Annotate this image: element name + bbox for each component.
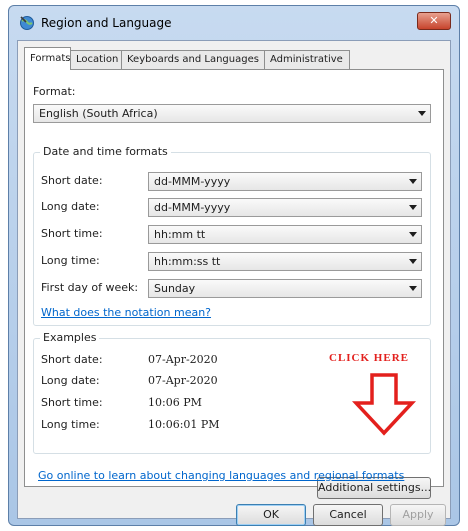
short-time-select[interactable]: hh:mm tt xyxy=(148,225,422,244)
close-icon: ✕ xyxy=(429,14,439,27)
short-time-value: hh:mm tt xyxy=(154,228,206,241)
chevron-down-icon xyxy=(409,179,417,184)
examples-group: Examples Short date: 07-Apr-2020 Long da… xyxy=(33,331,431,454)
tab-keyboards-and-languages[interactable]: Keyboards and Languages xyxy=(121,50,265,69)
example-long-time-label: Long time: xyxy=(41,418,100,431)
region-language-dialog: Region and Language ✕ Formats Location K… xyxy=(8,5,460,526)
example-short-date-value: 07-Apr-2020 xyxy=(148,353,218,366)
chevron-down-icon xyxy=(409,232,417,237)
long-date-label: Long date: xyxy=(41,200,100,213)
chevron-down-icon xyxy=(409,205,417,210)
short-time-label: Short time: xyxy=(41,227,103,240)
notation-help-link[interactable]: What does the notation mean? xyxy=(41,306,211,319)
example-long-date-value: 07-Apr-2020 xyxy=(148,374,218,387)
first-day-of-week-label: First day of week: xyxy=(41,281,139,294)
formats-panel: Format: English (South Africa) Date and … xyxy=(24,69,444,499)
short-date-value: dd-MMM-yyyy xyxy=(154,175,231,188)
chevron-down-icon xyxy=(409,259,417,264)
short-date-select[interactable]: dd-MMM-yyyy xyxy=(148,172,422,191)
online-regional-formats-link[interactable]: Go online to learn about changing langua… xyxy=(38,469,404,482)
example-short-date-label: Short date: xyxy=(41,353,103,366)
title-bar[interactable]: Region and Language ✕ xyxy=(9,6,459,38)
format-select[interactable]: English (South Africa) xyxy=(33,104,431,123)
example-long-time-value: 10:06:01 PM xyxy=(148,418,220,431)
example-long-date-label: Long date: xyxy=(41,374,100,387)
tab-administrative[interactable]: Administrative xyxy=(264,50,350,69)
tab-formats[interactable]: Formats xyxy=(24,47,71,70)
globe-icon xyxy=(20,16,34,30)
chevron-down-icon xyxy=(409,286,417,291)
first-day-of-week-value: Sunday xyxy=(154,282,196,295)
long-date-value: dd-MMM-yyyy xyxy=(154,201,231,214)
format-select-value: English (South Africa) xyxy=(39,107,158,120)
long-date-select[interactable]: dd-MMM-yyyy xyxy=(148,198,422,217)
ok-button[interactable]: OK xyxy=(236,504,306,526)
date-time-formats-group: Date and time formats Short date: dd-MMM… xyxy=(33,145,431,326)
date-time-group-title: Date and time formats xyxy=(40,145,171,158)
long-time-label: Long time: xyxy=(41,254,100,267)
example-short-time-value: 10:06 PM xyxy=(148,396,202,409)
long-time-select[interactable]: hh:mm:ss tt xyxy=(148,252,422,271)
short-date-label: Short date: xyxy=(41,174,103,187)
down-arrow-icon xyxy=(352,373,416,436)
click-here-annotation: CLICK HERE xyxy=(329,352,409,364)
long-time-value: hh:mm:ss tt xyxy=(154,255,221,268)
cancel-button[interactable]: Cancel xyxy=(313,504,383,526)
close-button[interactable]: ✕ xyxy=(417,12,451,30)
chevron-down-icon xyxy=(418,111,426,116)
examples-group-title: Examples xyxy=(40,331,100,344)
dialog-client-area: Formats Location Keyboards and Languages… xyxy=(17,40,451,526)
first-day-of-week-select[interactable]: Sunday xyxy=(148,279,422,298)
tab-location[interactable]: Location xyxy=(70,50,122,69)
example-short-time-label: Short time: xyxy=(41,396,103,409)
format-label: Format: xyxy=(33,85,76,98)
apply-button[interactable]: Apply xyxy=(390,504,446,526)
window-title: Region and Language xyxy=(41,16,172,30)
